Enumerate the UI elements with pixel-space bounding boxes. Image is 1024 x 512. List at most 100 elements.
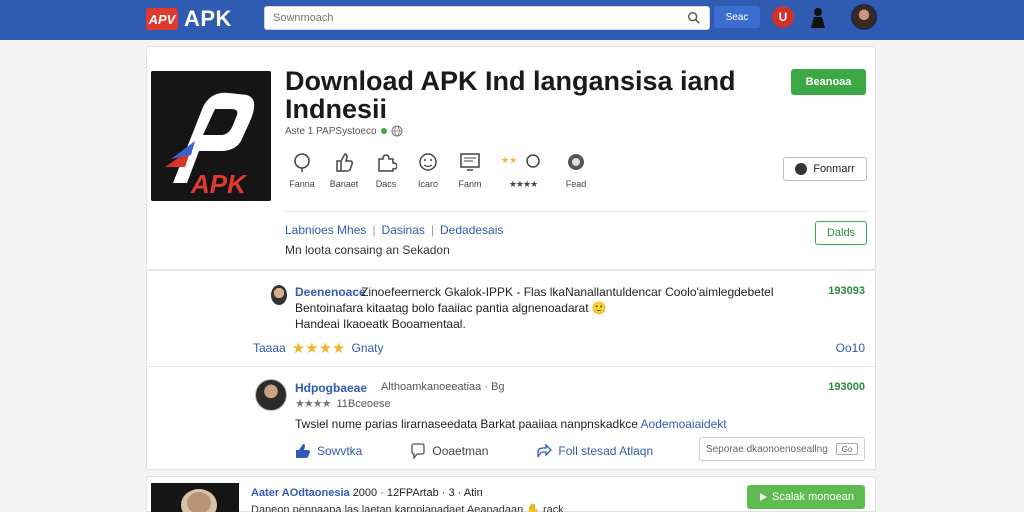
tag-link[interactable]: Dedadesais [440,223,503,237]
top-navbar: APV APK Seac U [0,0,1024,40]
app-meta: Aste 1 PAPSystoeco [285,125,403,137]
reviewer-name[interactable]: Deenenoace [295,285,366,299]
review-text: Bentoinafara kitaatag bolo faaiiac panti… [295,301,607,315]
tag-separator: | [430,223,434,237]
comment-icon [411,443,426,459]
app-icon: APK [151,71,271,201]
logo-badge: APV [146,8,178,30]
info-icon [294,153,310,172]
rate-label: Taaaa [253,341,286,355]
share-label: Foll stesad Atlaqn [558,444,654,458]
review-actions: Sowvtka Ooaetman Foll stesad Atlaqn [295,443,653,459]
comment-label: Ooaetman [432,444,489,458]
tag-separator: | [372,223,376,237]
share-icon [537,443,553,458]
review-link[interactable]: Aodemoaiaidekt [641,417,727,431]
stat-rating-stars: ★★★★ [508,179,538,189]
next-app-name[interactable]: Aater AOdtaonesia [251,487,350,499]
logo-text: APK [184,6,232,31]
app-meta-text: Aste 1 PAPSystoeco [285,125,377,137]
verified-icon [380,128,387,134]
review-item: Deenenoace Zinoefeernerck Gkalok-IPPK - … [146,270,876,366]
next-app-image [151,483,239,512]
stat-label: Icaro [417,179,438,189]
review-text: Twsiel nume parias lirarnaseedata Barkat… [295,417,727,431]
next-app-description: Daneon pennaapa las laetan karnpianadaet… [251,504,564,512]
camera-icon [568,154,584,170]
site-logo[interactable]: APV APK [146,6,232,32]
rating-icon: ★★ [501,154,540,168]
stat-info[interactable]: Fanna [285,151,319,190]
thumb-up-icon [296,444,310,458]
next-app-button-label: Scalak monoean [772,491,854,503]
stat-screen[interactable]: Fanm [453,151,487,190]
follow-button[interactable]: Fonmarr [783,157,867,181]
next-app-thumbnail[interactable] [151,483,239,512]
search-bar[interactable] [264,6,710,30]
stat-icaro[interactable]: Icaro [411,151,445,190]
tag-link[interactable]: Labnioes Mhes [285,223,366,237]
follow-label: Fonmarr [813,163,855,175]
stat-label: Fead [565,179,587,189]
next-app-card[interactable]: Aater AOdtaonesia 2000 · 12FPArtab · 3 ·… [146,476,876,512]
review-sub: ★★★★ 11Bceoese [295,397,391,411]
search-input[interactable] [273,10,673,26]
stat-docs[interactable]: Dacs [369,151,403,190]
like-button[interactable]: Sowvtka [295,443,362,459]
like-label: Sowvtka [317,444,363,458]
rate-stars[interactable]: ★★★★ [292,339,346,357]
profile-avatar[interactable] [851,4,877,30]
comment-button[interactable]: Ooaetman [410,443,488,459]
rate-row: Taaaa ★★★★ Gnaty [253,339,384,357]
app-card: APK Download APK Ind langansisa iand Ind… [146,46,876,270]
next-app-download-button[interactable]: Scalak monoean [747,485,865,509]
review-sub-text: 11Bceoese [336,397,391,410]
review-body: Twsiel nume parias lirarnaseedata Barkat… [295,417,638,431]
notification-icon[interactable]: U [772,6,794,28]
tag-link[interactable]: Dasinas [382,223,425,237]
download-button[interactable]: Beanoaa [791,69,866,95]
app-stats: Fanna Banaet Dacs Icaro Fanm ★★ ★★★★ Fea… [285,151,593,190]
reviewer-avatar[interactable] [255,379,287,411]
rate-link[interactable]: Gnaty [352,341,384,355]
review-text: Zinoefeernerck Gkalok-IPPK - Flas lkaNan… [361,285,774,299]
user-icon[interactable] [808,6,828,30]
next-app-meta: 2000 · 12FPArtab · 3 · Atin [352,487,483,499]
divider [285,211,869,212]
app-tags: Labnioes Mhes | Dasinas | Dedadesais [285,223,503,237]
thumb-icon [336,153,354,172]
review-date: 193000 [828,381,865,393]
apk-logo-icon: APK [151,71,271,201]
stat-label: Fanna [289,179,315,189]
stat-label: Fanm [458,179,482,189]
stat-label: Dacs [375,179,397,189]
svg-text:APK: APK [190,169,248,199]
stat-label: Banaet [329,179,359,189]
puzzle-icon [378,154,397,172]
reviewer-avatar[interactable] [271,285,287,305]
search-icon[interactable] [687,11,701,25]
reply-placeholder: Seporae dkaonoenoseallng [706,443,828,455]
review-text: Handeai Ikaoeatk Booamentaal. [295,317,466,331]
reply-send-button[interactable]: Go [836,443,858,455]
review-date: 193093 [828,285,865,297]
follow-icon [795,163,808,175]
svg-text:★★: ★★ [501,155,517,165]
app-title: Download APK Ind langansisa iand Indnesi… [285,66,736,124]
reply-input[interactable]: Seporae dkaonoenoseallng Go [699,437,865,461]
stat-feed[interactable]: Fead [559,151,593,190]
search-button[interactable]: Seac [714,6,760,28]
play-icon [760,493,768,501]
rate-right-link[interactable]: Oo10 [836,341,865,355]
screen-icon [460,153,480,171]
reviewer-name[interactable]: Hdpogbaeae [295,381,367,395]
share-button[interactable]: Foll stesad Atlaqn [536,443,653,459]
review-item: Hdpogbaeae Althoamkanoeeatiaa · Bg 19300… [146,366,876,470]
stat-likes[interactable]: Banaet [327,151,361,190]
next-app-title: Aater AOdtaonesia 2000 · 12FPArtab · 3 ·… [251,487,483,499]
reviewer-meta: Althoamkanoeeatiaa · Bg [381,381,505,393]
smile-icon [419,153,437,171]
app-description: Mn loota consaing an Sekadon [285,243,450,257]
details-button[interactable]: Dalds [815,221,867,245]
stat-rating[interactable]: ★★ ★★★★ [495,151,551,190]
